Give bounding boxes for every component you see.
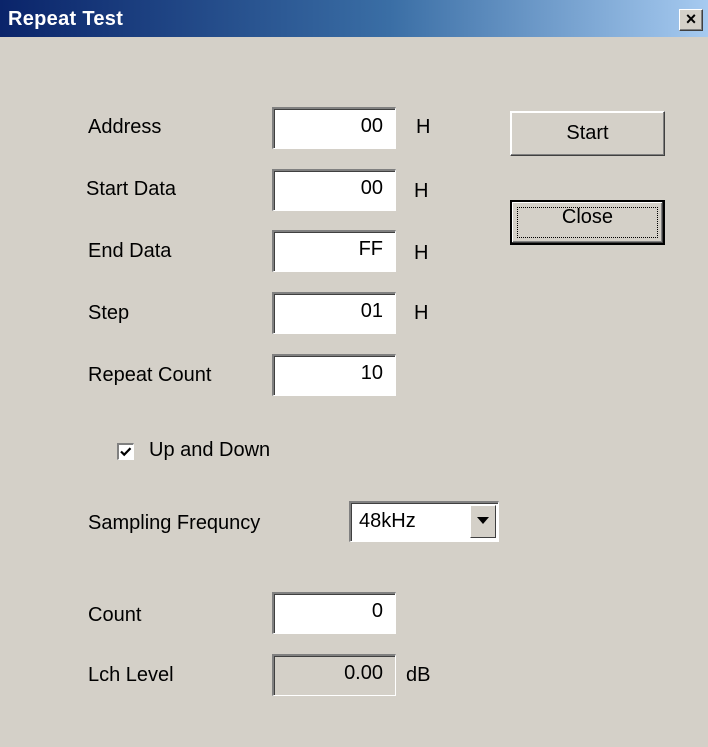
address-field[interactable]: 00 — [272, 107, 396, 149]
lch-level-field: 0.00 — [272, 654, 396, 696]
close-button[interactable]: Close — [510, 200, 665, 245]
step-label: Step — [88, 302, 130, 324]
dropdown-button[interactable] — [470, 505, 496, 538]
end-data-field[interactable]: FF — [272, 230, 396, 272]
up-and-down-checkbox[interactable] — [117, 443, 134, 460]
window-title: Repeat Test — [8, 8, 124, 30]
title-bar: Repeat Test × — [0, 0, 708, 37]
address-unit: H — [416, 116, 431, 138]
up-and-down-label: Up and Down — [149, 439, 271, 461]
start-button[interactable]: Start — [510, 111, 665, 156]
lch-level-unit: dB — [406, 664, 431, 686]
step-field[interactable]: 01 — [272, 292, 396, 334]
end-data-unit: H — [414, 242, 429, 264]
close-icon[interactable]: × — [679, 9, 703, 31]
start-data-field[interactable]: 00 — [272, 169, 396, 211]
count-field[interactable]: 0 — [272, 592, 396, 634]
start-data-label: Start Data — [86, 178, 177, 200]
count-label: Count — [88, 604, 142, 626]
address-label: Address — [88, 116, 162, 138]
repeat-count-field[interactable]: 10 — [272, 354, 396, 396]
step-unit: H — [414, 302, 429, 324]
lch-level-label: Lch Level — [88, 664, 174, 686]
end-data-label: End Data — [88, 240, 172, 262]
sampling-frequency-label: Sampling Frequncy — [88, 512, 261, 534]
checkmark-icon — [120, 447, 132, 457]
close-button-label: Close — [561, 206, 614, 228]
sampling-frequency-select[interactable]: 48kHz — [349, 501, 499, 542]
start-data-unit: H — [414, 180, 429, 202]
repeat-count-label: Repeat Count — [88, 364, 212, 386]
sampling-frequency-value: 48kHz — [359, 510, 416, 532]
chevron-down-icon — [477, 517, 489, 524]
